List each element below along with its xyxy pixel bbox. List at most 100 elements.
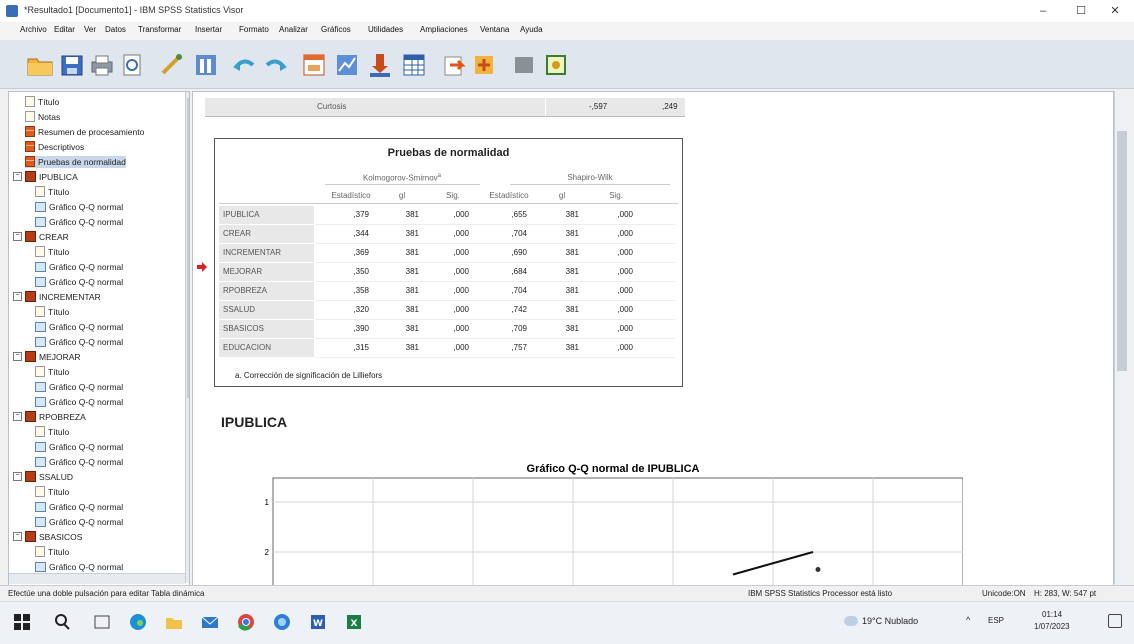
qq-chart[interactable]: Gráfico Q-Q normal de IPUBLICA 2 1: [263, 462, 964, 585]
tree-folder-rpobreza[interactable]: − RPOBREZA: [13, 411, 86, 423]
menu-insertar[interactable]: Insertar: [195, 25, 222, 34]
show-all-icon[interactable]: [510, 51, 538, 79]
tree-item[interactable]: Gráfico Q-Q normal: [35, 321, 123, 333]
section-heading: IPUBLICA: [221, 414, 288, 430]
designate-window-icon[interactable]: [440, 51, 468, 79]
menu-archivo[interactable]: Archivo: [20, 25, 47, 34]
goto-data-icon[interactable]: [300, 51, 328, 79]
tree-item[interactable]: Título: [35, 486, 69, 498]
outline-horizontal-scrollbar[interactable]: [9, 573, 185, 584]
collapse-toggle-icon[interactable]: −: [13, 412, 22, 422]
tree-item[interactable]: Gráfico Q-Q normal: [35, 456, 123, 468]
excel-icon[interactable]: X: [344, 612, 364, 632]
file-explorer-icon[interactable]: [164, 612, 184, 632]
windows-start-icon[interactable]: [12, 612, 32, 632]
tree-item[interactable]: Gráfico Q-Q normal: [35, 516, 123, 528]
print-icon[interactable]: [88, 51, 116, 79]
mail-icon[interactable]: [200, 612, 220, 632]
tree-item[interactable]: Título: [35, 546, 69, 558]
undo-icon[interactable]: [230, 51, 258, 79]
notifications-icon[interactable]: [1108, 614, 1122, 628]
tree-folder-ipublica[interactable]: − IPUBLICA: [13, 171, 78, 183]
book-icon: [25, 231, 36, 243]
print-preview-icon[interactable]: [118, 51, 146, 79]
collapse-toggle-icon[interactable]: −: [13, 472, 22, 482]
promote-icon[interactable]: [470, 51, 498, 79]
outline-pane[interactable]: Título Notas Resumen de procesamiento Descr…: [8, 91, 190, 586]
insert-output-icon[interactable]: [542, 51, 570, 79]
tree-item[interactable]: Título: [35, 186, 69, 198]
collapse-toggle-icon[interactable]: −: [13, 532, 22, 542]
row-label: CREAR: [223, 229, 252, 238]
normality-tests-table[interactable]: Pruebas de normalidad Kolmogorov-Smirnov…: [214, 138, 683, 387]
collapse-toggle-icon[interactable]: −: [13, 292, 22, 302]
tree-item[interactable]: Descriptivos: [25, 141, 84, 153]
scrollbar-thumb[interactable]: [1117, 131, 1127, 371]
tree-folder-mejorar[interactable]: − MEJORAR: [13, 351, 81, 363]
tree-item[interactable]: Gráfico Q-Q normal: [35, 201, 123, 213]
task-view-icon[interactable]: [92, 612, 112, 632]
tree-folder-ssalud[interactable]: − SSALUD: [13, 471, 73, 483]
tree-item[interactable]: Gráfico Q-Q normal: [35, 396, 123, 408]
tree-item-label: Título: [48, 307, 70, 317]
collapse-toggle-icon[interactable]: −: [13, 352, 22, 362]
tree-item[interactable]: Gráfico Q-Q normal: [35, 501, 123, 513]
menu-analizar[interactable]: Analizar: [279, 25, 308, 34]
content-vertical-scrollbar[interactable]: [1114, 91, 1129, 584]
redo-icon[interactable]: [262, 51, 290, 79]
browser-icon[interactable]: [272, 612, 292, 632]
tree-item[interactable]: Notas: [25, 111, 60, 123]
tree-item[interactable]: Gráfico Q-Q normal: [35, 261, 123, 273]
menu-formato[interactable]: Formato: [239, 25, 269, 34]
tree-item[interactable]: Título: [35, 366, 69, 378]
goto-case-icon[interactable]: [333, 51, 361, 79]
tree-item[interactable]: Gráfico Q-Q normal: [35, 336, 123, 348]
open-folder-icon[interactable]: [26, 51, 54, 79]
tree-item[interactable]: Gráfico Q-Q normal: [35, 381, 123, 393]
language-indicator[interactable]: ESP: [988, 616, 1004, 625]
export-icon[interactable]: [158, 51, 186, 79]
menu-ampliaciones[interactable]: Ampliaciones: [420, 25, 468, 34]
clock-time[interactable]: 01:14: [1042, 610, 1062, 619]
tree-item[interactable]: Título: [35, 426, 69, 438]
menu-editar[interactable]: Editar: [54, 25, 75, 34]
descriptives-table-fragment[interactable]: Curtosis -,597 ,249: [205, 98, 685, 117]
outline-vertical-scrollbar[interactable]: [185, 92, 189, 583]
menu-datos[interactable]: Datos: [105, 25, 126, 34]
tree-item[interactable]: Gráfico Q-Q normal: [35, 216, 123, 228]
menu-ayuda[interactable]: Ayuda: [520, 25, 543, 34]
tree-folder-sbasicos[interactable]: − SBASICOS: [13, 531, 82, 543]
close-button[interactable]: ✕: [1092, 0, 1134, 22]
tree-item[interactable]: Título: [35, 306, 69, 318]
tree-item[interactable]: Gráfico Q-Q normal: [35, 441, 123, 453]
tree-item[interactable]: Pruebas de normalidad: [25, 156, 126, 168]
collapse-toggle-icon[interactable]: −: [13, 172, 22, 182]
scrollbar-thumb[interactable]: [187, 98, 189, 398]
chrome-icon[interactable]: [236, 612, 256, 632]
chevron-up-icon[interactable]: ^: [966, 615, 970, 625]
clock-date[interactable]: 1/07/2023: [1034, 622, 1070, 631]
variables-icon[interactable]: [366, 51, 394, 79]
tree-item[interactable]: Título: [35, 246, 69, 258]
weather-label[interactable]: 19°C Nublado: [862, 616, 918, 626]
menu-transformar[interactable]: Transformar: [138, 25, 181, 34]
menu-graficos[interactable]: Gráficos: [321, 25, 351, 34]
collapse-toggle-icon[interactable]: −: [13, 232, 22, 242]
svg-text:X: X: [351, 619, 358, 629]
chart-builder-icon[interactable]: [400, 51, 428, 79]
menu-utilidades[interactable]: Utilidades: [368, 25, 403, 34]
tree-folder-crear[interactable]: − CREAR: [13, 231, 69, 243]
search-icon[interactable]: [52, 612, 72, 632]
menu-ver[interactable]: Ver: [84, 25, 96, 34]
tree-item[interactable]: Resumen de procesamiento: [25, 126, 144, 138]
recall-dialog-icon[interactable]: [192, 51, 220, 79]
menu-ventana[interactable]: Ventana: [480, 25, 509, 34]
tree-item[interactable]: Título: [25, 96, 59, 108]
menu-bar: Archivo Editar Ver Datos Transformar Ins…: [0, 22, 1134, 40]
tree-folder-incrementar[interactable]: − INCREMENTAR: [13, 291, 101, 303]
edge-icon[interactable]: [128, 612, 148, 632]
save-icon[interactable]: [58, 51, 86, 79]
word-icon[interactable]: W: [308, 612, 328, 632]
tree-item[interactable]: Gráfico Q-Q normal: [35, 276, 123, 288]
tree-item[interactable]: Gráfico Q-Q normal: [35, 561, 123, 573]
